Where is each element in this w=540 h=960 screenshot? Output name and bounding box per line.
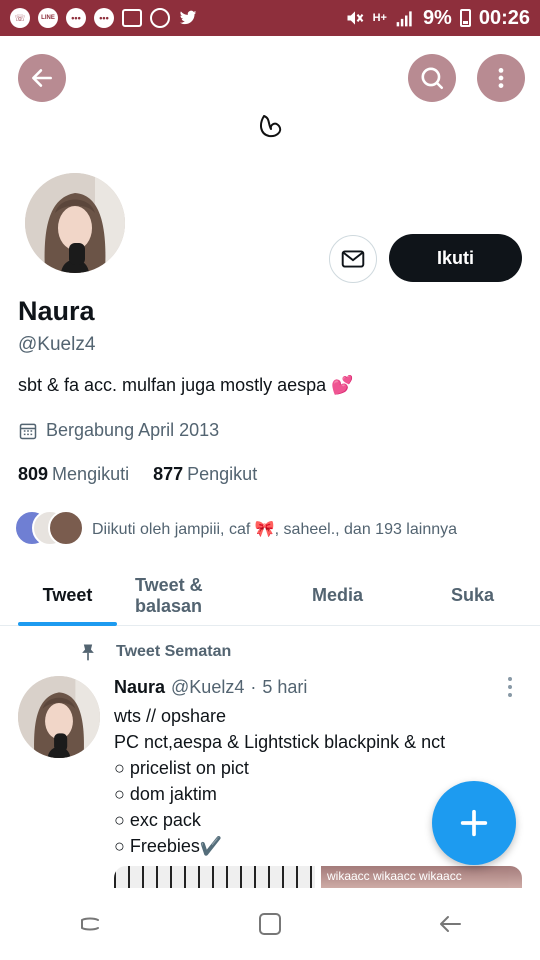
compose-tweet-button[interactable]	[432, 781, 516, 865]
whatsapp-icon: ☏	[10, 8, 30, 28]
line-icon: LINE	[38, 8, 58, 28]
camera-icon	[150, 8, 170, 28]
tweet-author-handle: @Kuelz4	[171, 677, 245, 697]
gallery-icon	[122, 9, 142, 27]
tweet-line: wts // opshare	[114, 706, 227, 726]
profile-avatar[interactable]	[22, 170, 128, 276]
profile-bio: sbt & fa acc. mulfan juga mostly aespa 💕	[18, 375, 354, 395]
home-icon[interactable]	[256, 910, 284, 938]
followers-count: 877	[153, 464, 184, 484]
tweet-line: PC nct,aespa & Lightstick blackpink & nc…	[114, 732, 446, 752]
search-button[interactable]	[408, 54, 456, 102]
tweet-media: wikaacc wikaacc wikaacc	[114, 866, 522, 888]
followed-by-text: Diikuti oleh jampiii, caf 🎀, saheel., da…	[92, 521, 458, 538]
tweet-author-name[interactable]: Naura	[114, 677, 165, 698]
avatar-photo	[25, 173, 125, 273]
heart-doodle-icon	[260, 115, 282, 138]
tweet-image[interactable]	[114, 866, 315, 888]
tweet-image[interactable]: wikaacc wikaacc wikaacc	[321, 866, 522, 888]
following-link[interactable]: 809 Mengikuti	[18, 464, 129, 485]
tweet-separator: ·	[250, 677, 257, 697]
pin-icon	[82, 644, 94, 661]
following-label: Mengikuti	[52, 464, 130, 484]
battery-icon	[459, 9, 471, 27]
tab-tweet-replies[interactable]: Tweet & balasan	[135, 566, 270, 625]
followed-by[interactable]: Diikuti oleh jampiii, caf 🎀, saheel., da…	[14, 510, 457, 548]
joined-date: Bergabung April 2013	[18, 420, 219, 441]
tweet-author-avatar[interactable]	[18, 676, 100, 758]
signal-icon	[396, 11, 412, 27]
tab-likes[interactable]: Suka	[405, 566, 540, 625]
follower-avatar	[48, 510, 84, 546]
following-count: 809	[18, 464, 49, 484]
more-options-button[interactable]	[477, 54, 525, 102]
tweet-menu-button[interactable]	[506, 676, 514, 698]
tweet-time: 5 hari	[262, 677, 308, 697]
calendar-icon	[19, 423, 37, 439]
more-vertical-icon	[508, 677, 512, 697]
joined-text: Bergabung April 2013	[46, 420, 220, 440]
follow-counts: 809 Mengikuti 877 Pengikut	[18, 464, 257, 485]
more-vertical-icon	[498, 68, 504, 88]
followers-link[interactable]: 877 Pengikut	[153, 464, 257, 485]
battery-percent: 9%	[422, 6, 452, 29]
followers-label: Pengikut	[187, 464, 258, 484]
back-button[interactable]	[18, 54, 66, 102]
clock: 00:26	[478, 6, 530, 29]
notification-icons: ☏ LINE ••• •••	[10, 8, 198, 28]
system-nav-bar	[0, 888, 540, 960]
mute-icon	[347, 11, 363, 25]
pinned-tweet-label: Tweet Sematan	[78, 641, 231, 663]
chat-icon: •••	[94, 8, 114, 28]
follower-avatars	[14, 510, 84, 548]
recent-apps-icon[interactable]	[76, 910, 104, 938]
tweet-header: Naura @Kuelz4 · 5 hari	[114, 677, 307, 698]
status-right: H+ 9% 00:26	[345, 7, 530, 30]
network-badge: H+	[372, 12, 387, 24]
profile-tabs: Tweet Tweet & balasan Media Suka	[0, 566, 540, 626]
avatar-photo	[18, 676, 100, 758]
follow-button[interactable]: Ikuti	[389, 234, 522, 282]
status-bar: ☏ LINE ••• ••• H+ 9% 00:26	[0, 0, 540, 36]
envelope-icon	[341, 250, 365, 268]
twitter-icon	[179, 10, 197, 25]
media-watermark: wikaacc wikaacc wikaacc	[327, 869, 462, 883]
back-nav-icon[interactable]	[436, 910, 464, 938]
tweet-line: ○ pricelist on pict	[114, 758, 249, 778]
plus-icon	[460, 809, 488, 837]
message-button[interactable]	[329, 235, 377, 283]
back-arrow-icon	[32, 69, 52, 87]
tab-tweet[interactable]: Tweet	[0, 566, 135, 626]
search-icon	[421, 67, 444, 90]
tab-media[interactable]: Media	[270, 566, 405, 625]
pinned-text: Tweet Sematan	[116, 643, 232, 660]
profile-name: Naura	[18, 296, 95, 326]
profile-handle: @Kuelz4	[18, 334, 96, 355]
chat-icon: •••	[66, 8, 86, 28]
